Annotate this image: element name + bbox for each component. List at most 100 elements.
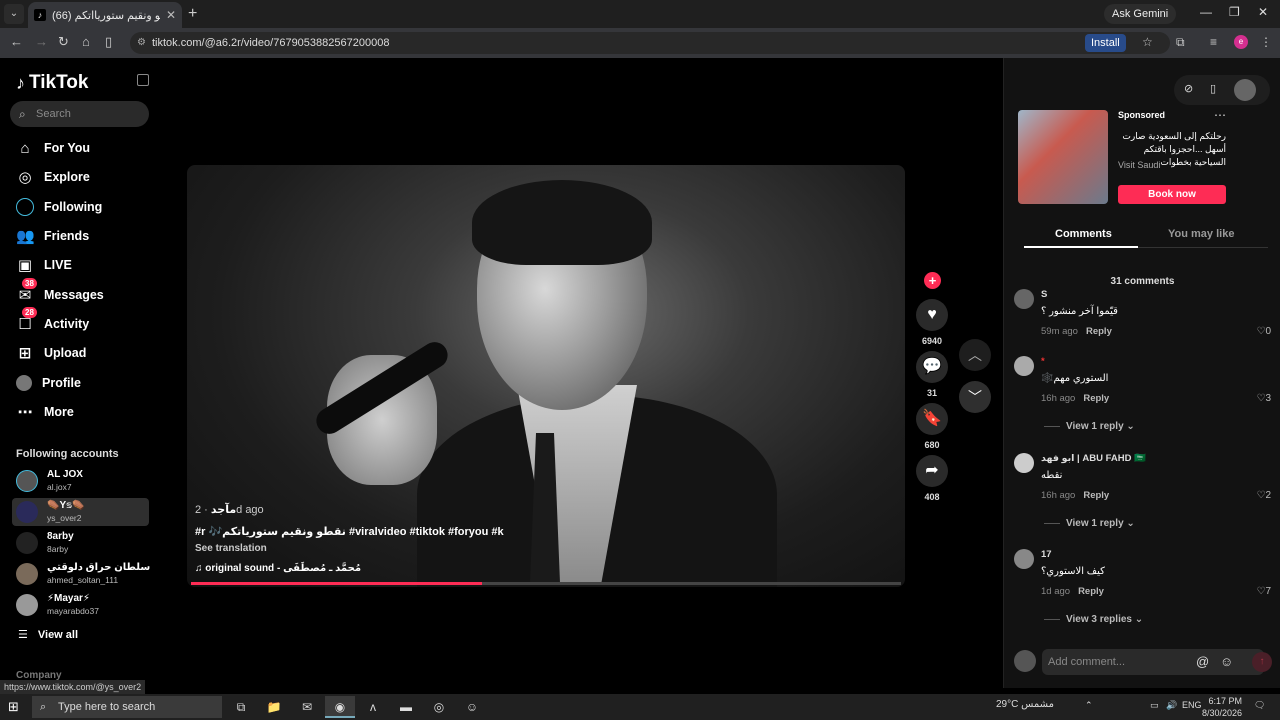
send-comment-button[interactable]: ↑ bbox=[1252, 652, 1272, 672]
video-author[interactable]: مآجد · 2d ago bbox=[195, 503, 264, 516]
tab-search-menu-button[interactable]: ⌄ bbox=[4, 4, 24, 24]
following-account[interactable]: AL JOX al.jox7 bbox=[12, 467, 149, 495]
bookmark-star-icon[interactable]: ☆ bbox=[1142, 35, 1153, 49]
notifications-icon[interactable]: 🗨 bbox=[1254, 700, 1265, 711]
like-button[interactable]: ♥ bbox=[916, 299, 948, 331]
avatar[interactable] bbox=[1014, 453, 1034, 473]
reload-icon[interactable]: ↻ bbox=[58, 34, 69, 50]
file-explorer-icon[interactable]: 📁 bbox=[259, 696, 289, 718]
previous-video-button[interactable]: ︿ bbox=[959, 339, 991, 371]
coin-icon[interactable]: ⊘ bbox=[1184, 82, 1193, 95]
split-view-icon[interactable]: ▯ bbox=[105, 34, 112, 50]
restore-icon[interactable]: ❐ bbox=[1229, 5, 1240, 19]
new-tab-button[interactable]: + bbox=[188, 5, 197, 23]
weather-widget[interactable]: 29°C مشمس bbox=[996, 699, 1054, 710]
ad-more-icon[interactable]: ⋯ bbox=[1214, 108, 1226, 122]
ad-image[interactable] bbox=[1018, 110, 1108, 204]
nav-upload[interactable]: ⊞ Upload bbox=[16, 342, 87, 364]
nav-explore[interactable]: ◎ Explore bbox=[16, 166, 89, 188]
mention-icon[interactable]: @ bbox=[1196, 649, 1209, 675]
nav-friends[interactable]: 👥 Friends bbox=[16, 225, 89, 247]
chrome-icon[interactable]: ◉ bbox=[325, 696, 355, 718]
avatar[interactable] bbox=[1014, 549, 1034, 569]
nav-more[interactable]: ⋯ More bbox=[16, 401, 74, 423]
device-icon[interactable]: ▯ bbox=[1210, 82, 1216, 95]
following-account[interactable]: 8arby 8arby bbox=[12, 529, 149, 557]
site-info-icon[interactable]: ⚙ bbox=[137, 32, 146, 54]
save-button[interactable]: 🔖 bbox=[916, 403, 948, 435]
nav-for-you[interactable]: ⌂ For You bbox=[16, 137, 90, 159]
clock[interactable]: 6:17 PM 8/30/2026 bbox=[1196, 695, 1242, 719]
share-button[interactable]: ➦ bbox=[916, 455, 948, 487]
address-bar[interactable]: ⚙ tiktok.com/@a6.2r/video/76790538825672… bbox=[130, 32, 1170, 54]
volume-icon[interactable]: 🔊 bbox=[1166, 700, 1177, 711]
nav-profile[interactable]: Profile bbox=[16, 372, 81, 394]
minimize-icon[interactable]: — bbox=[1200, 5, 1212, 19]
emoji-icon[interactable]: ☺ bbox=[1220, 649, 1233, 675]
task-view-icon[interactable]: ⧉ bbox=[226, 696, 256, 718]
tiktok-logo[interactable]: ♪ TikTok bbox=[16, 72, 88, 94]
discord-icon[interactable]: ☺ bbox=[457, 696, 487, 718]
windows-start-icon[interactable]: ⊞ bbox=[8, 699, 19, 715]
view-replies-button[interactable]: View 1 reply ⌄ bbox=[1044, 421, 1135, 432]
see-translation-link[interactable]: See translation bbox=[195, 543, 267, 554]
video-sound[interactable]: ♫ original sound - مُحمَّد ـ مُصطَفَى bbox=[195, 563, 361, 574]
back-icon[interactable]: ← bbox=[10, 34, 23, 49]
install-app-button[interactable]: Install bbox=[1085, 34, 1126, 52]
taskbar-search-input[interactable]: ⌕ Type here to search bbox=[32, 696, 222, 718]
reply-button[interactable]: Reply bbox=[1083, 393, 1109, 404]
comment-like[interactable]: ♡0 bbox=[1256, 326, 1271, 337]
network-icon[interactable]: ▭ bbox=[1150, 700, 1159, 711]
browser-tab[interactable]: ♪ (66) نقطو ونقيم ستوريااتكم 🎶# ✕ bbox=[28, 2, 182, 28]
media-icon[interactable]: ≡ bbox=[1210, 35, 1217, 49]
book-now-button[interactable]: Book now bbox=[1118, 185, 1226, 204]
show-hidden-icons[interactable]: ⌃ bbox=[1085, 700, 1093, 711]
comment-button[interactable]: 💬 bbox=[916, 351, 948, 383]
next-video-button[interactable]: ﹀ bbox=[959, 381, 991, 413]
following-account[interactable]: ⚰️Y𝕤⚰️ ys_over2 bbox=[12, 498, 149, 526]
collapse-sidebar-icon[interactable] bbox=[137, 74, 149, 86]
profile-avatar[interactable]: e bbox=[1234, 35, 1248, 49]
reply-button[interactable]: Reply bbox=[1086, 326, 1112, 337]
tab-comments[interactable]: Comments bbox=[1055, 228, 1112, 240]
video-progress-bar[interactable] bbox=[191, 582, 901, 585]
app-icon[interactable]: ʌ bbox=[358, 696, 388, 718]
comment-like[interactable]: ♡7 bbox=[1256, 586, 1271, 597]
reply-button[interactable]: Reply bbox=[1078, 586, 1104, 597]
nav-messages[interactable]: ✉ 38 Messages bbox=[16, 278, 104, 306]
chrome-menu-icon[interactable]: ⋮ bbox=[1260, 35, 1272, 49]
following-account[interactable]: سلطان حراق دلوقتي ahmed_soltan_111 bbox=[12, 560, 150, 588]
live-icon: ▣ bbox=[17, 257, 33, 274]
comment-like[interactable]: ♡2 bbox=[1256, 490, 1271, 501]
add-comment-input[interactable]: Add comment... @ ☺ bbox=[1042, 649, 1264, 675]
close-window-icon[interactable]: ✕ bbox=[1258, 5, 1268, 19]
obs-icon[interactable]: ◎ bbox=[424, 696, 454, 718]
ad-link[interactable]: Visit Saudi bbox=[1118, 160, 1160, 170]
home-icon[interactable]: ⌂ bbox=[82, 34, 90, 49]
avatar[interactable] bbox=[1234, 79, 1256, 101]
upload-icon: ⊞ bbox=[18, 345, 32, 362]
chevron-down-icon: ⌄ bbox=[1126, 518, 1135, 529]
view-replies-button[interactable]: View 3 replies ⌄ bbox=[1044, 614, 1143, 625]
avatar[interactable] bbox=[1014, 356, 1034, 376]
follow-plus-button[interactable]: + bbox=[924, 272, 941, 289]
avatar[interactable] bbox=[1014, 289, 1034, 309]
extensions-icon[interactable]: ⧉ bbox=[1176, 35, 1185, 50]
nav-live[interactable]: ▣ LIVE bbox=[16, 254, 72, 276]
tab-you-may-like[interactable]: You may like bbox=[1168, 228, 1234, 240]
ask-gemini-button[interactable]: Ask Gemini bbox=[1104, 4, 1177, 24]
terminal-icon[interactable]: ▬ bbox=[391, 696, 421, 718]
nav-following[interactable]: Following bbox=[16, 196, 102, 218]
comment-like[interactable]: ♡3 bbox=[1256, 393, 1271, 404]
reply-button[interactable]: Reply bbox=[1083, 490, 1109, 501]
view-replies-button[interactable]: View 1 reply ⌄ bbox=[1044, 518, 1135, 529]
video-player[interactable]: مآجد · 2d ago #r 🎶نقطو ونقيم ستورياتكم #… bbox=[187, 165, 905, 587]
right-panel: ⊘ ▯ Sponsored ⋯ رحلتكم إلى السعودية صارت… bbox=[1003, 58, 1280, 688]
outlook-icon[interactable]: ✉ bbox=[292, 696, 322, 718]
view-all-link[interactable]: ☰ View all bbox=[18, 628, 78, 642]
nav-activity[interactable]: ☐ 28 Activity bbox=[16, 307, 89, 335]
search-input[interactable]: ⌕ Search bbox=[10, 101, 149, 127]
following-account[interactable]: ⚡Mayar⚡ mayarabdo37 bbox=[12, 591, 149, 619]
forward-icon[interactable]: → bbox=[35, 34, 48, 49]
tab-close-icon[interactable]: ✕ bbox=[166, 8, 176, 22]
